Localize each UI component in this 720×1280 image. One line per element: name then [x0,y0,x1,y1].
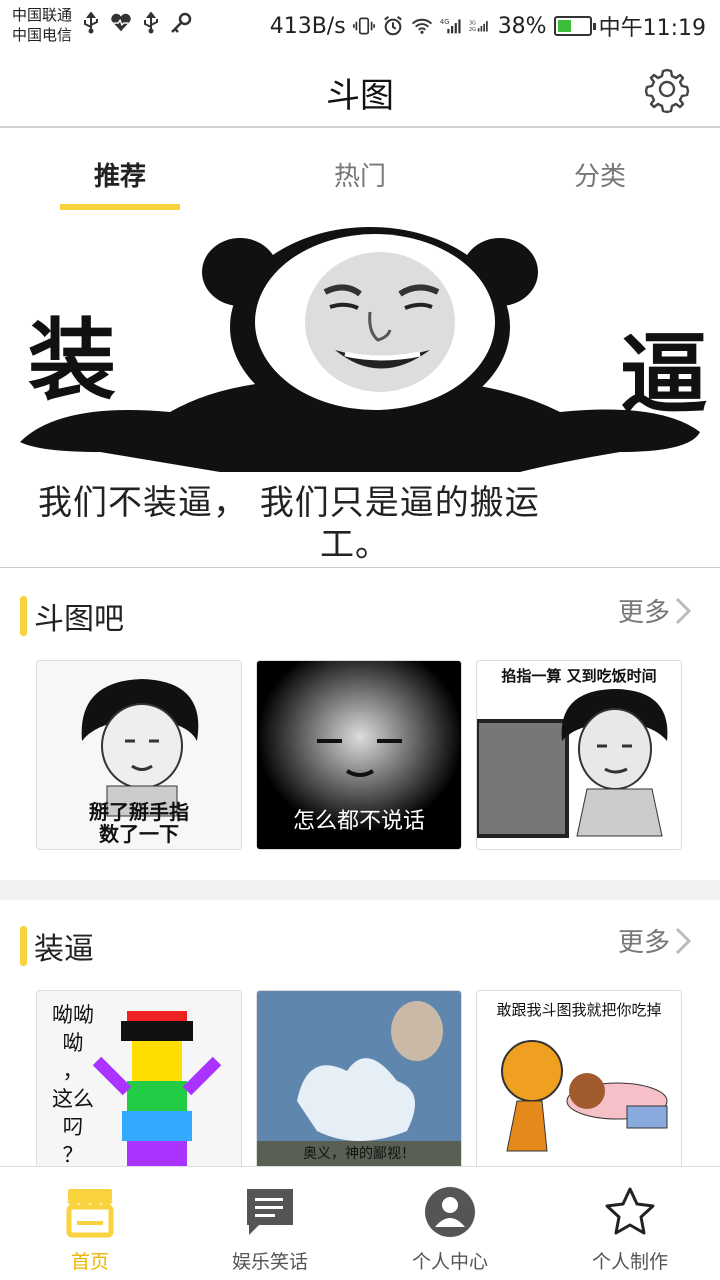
nav-label: 首页 [70,1251,109,1273]
battery-icon [553,16,596,36]
vibrate-icon [352,15,375,37]
status-icons-left [80,12,192,34]
banner-word-right: 逼 [619,323,708,426]
message-icon [247,1189,293,1235]
banner-word-left: 装 [28,309,117,412]
nav-profile[interactable]: 个人中心 [360,1167,540,1280]
carrier-info: 中国联通 中国电信 [12,5,72,45]
page-title: 斗图 [326,76,394,116]
banner-caption-line2: 工。 [320,525,390,565]
usb-icon [80,12,102,34]
meme-thumb[interactable]: 敢跟我斗图我就把你吃掉 [476,990,682,1180]
nav-label: 个人中心 [411,1251,488,1273]
section-accent-bar [20,926,27,966]
featured-banner[interactable]: 装 逼 我们不装逼， 我们只是逼的搬运 工。 [0,212,720,568]
thumb-row-1: 掰了掰手指 数了一下 怎么都不说话 掐指一算 又到吃饭时间 [36,660,686,850]
meme-image [501,1040,668,1152]
section-divider [0,880,720,900]
bottom-navigation: 首页 娱乐笑话 个人中心 个人制作 [0,1166,720,1280]
nav-jokes[interactable]: 娱乐笑话 [180,1167,360,1280]
battery-percent: 38% [497,13,547,39]
wifi-icon [411,15,433,37]
nav-label: 娱乐笑话 [231,1251,308,1273]
section-header-doutuba: 斗图吧 更多 [0,578,720,648]
chevron-right-icon [675,927,692,954]
star-icon [605,1187,655,1235]
chevron-right-icon [675,597,692,624]
more-button[interactable]: 更多 [618,922,692,959]
thumb-caption: 奥义，神的鄙视！ [303,1146,415,1162]
tab-recommend[interactable]: 推荐 [0,130,240,212]
svg-text:4G: 4G [440,18,449,26]
thumb-row-2: 呦呦 呦 ， 这么 叼 ？ 奥义，神的鄙视！ 敢跟我斗图我就把你吃掉 [36,990,686,1180]
svg-text:3G: 3G [469,20,476,26]
tab-bar: 推荐 热门 分类 [0,130,720,212]
settings-button[interactable] [642,64,692,114]
svg-text:2G: 2G [469,27,476,33]
gear-icon [644,68,690,114]
status-bar: 中国联通 中国电信 413B/s 4G 3G 2G 38% 中午11:19 [0,0,720,50]
store-icon [66,1189,114,1238]
signal-3g-icon: 3G 2G [469,15,491,37]
meme-image [92,1011,222,1179]
more-button[interactable]: 更多 [618,592,692,629]
nav-label: 个人制作 [591,1251,668,1273]
thumb-caption: 怎么都不说话 [292,809,425,834]
clock: 中午11:19 [598,16,706,41]
nav-home[interactable]: 首页 [0,1167,180,1280]
more-label: 更多 [617,598,670,628]
carrier-2: 中国电信 [12,26,73,44]
banner-caption-line1: 我们不装逼， 我们只是逼的搬运 [38,483,540,523]
signal-4g-icon: 4G [440,15,462,37]
usb-icon-2 [140,12,162,34]
section-header-zhuangbi: 装逼 更多 [0,908,720,978]
meme-thumb[interactable]: 怎么都不说话 [256,660,462,850]
status-icons-right: 413B/s 4G 3G 2G 38% 中午11:19 [270,10,706,42]
network-speed: 413B/s [269,13,346,39]
meme-thumb[interactable]: 呦呦 呦 ， 这么 叼 ？ [36,990,242,1180]
carrier-1: 中国联通 [12,6,73,24]
app-header: 斗图 [0,50,720,128]
nav-create[interactable]: 个人制作 [540,1167,720,1280]
section-title: 装逼 [34,932,94,967]
meme-thumb[interactable]: 掐指一算 又到吃饭时间 [476,660,682,850]
banner-caption: 我们不装逼， 我们只是逼的搬运 工。 [38,482,710,566]
alarm-icon [382,15,404,37]
section-title: 斗图吧 [34,602,124,637]
person-icon [425,1187,475,1237]
meme-thumb[interactable]: 掰了掰手指 数了一下 [36,660,242,850]
section-accent-bar [20,596,27,636]
tab-category[interactable]: 分类 [480,130,720,212]
meme-thumb[interactable]: 奥义，神的鄙视！ [256,990,462,1180]
meme-image [477,689,668,838]
key-icon [170,12,192,34]
more-label: 更多 [617,928,670,958]
tab-hot[interactable]: 热门 [240,130,480,212]
thumb-caption: 掰了掰手指 数了一下 [89,800,189,846]
health-icon [110,12,132,34]
